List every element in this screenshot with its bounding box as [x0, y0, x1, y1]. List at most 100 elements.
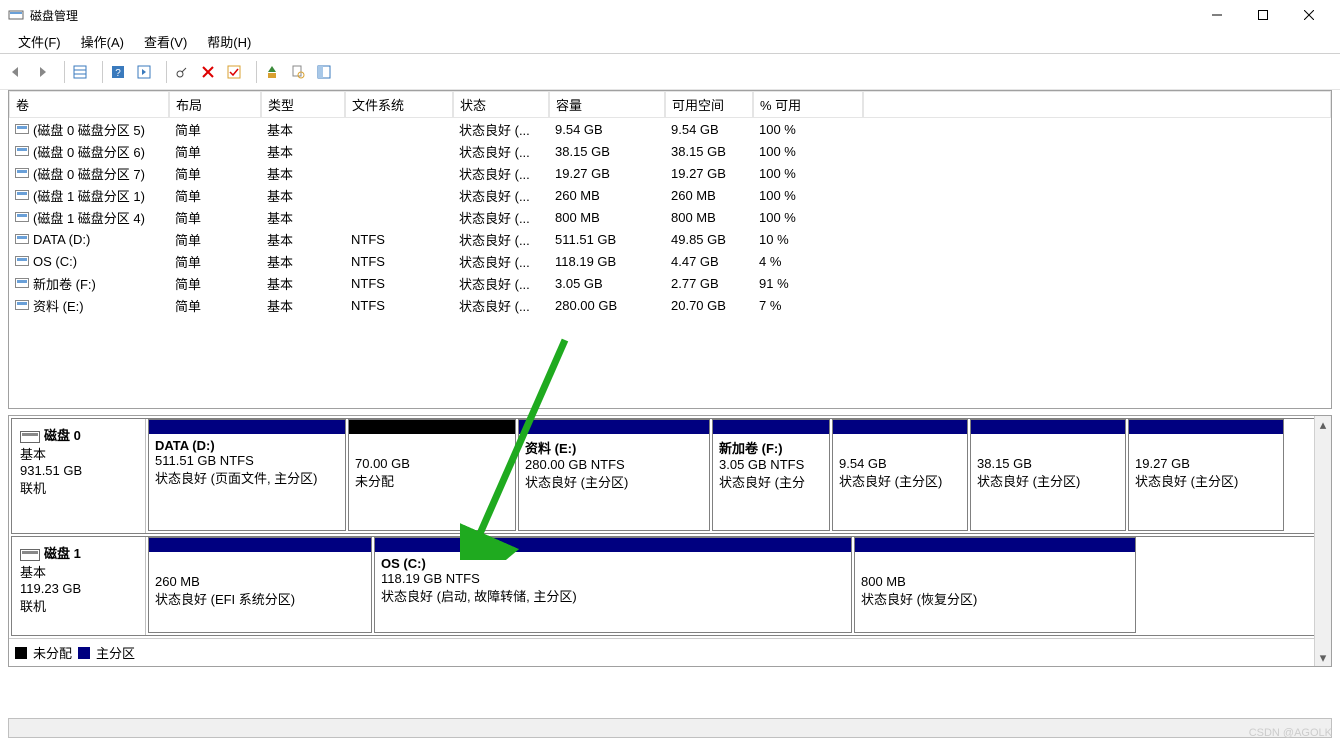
- back-button[interactable]: [4, 60, 28, 84]
- menu-action[interactable]: 操作(A): [71, 30, 134, 53]
- partition-status: 状态良好 (主分区): [1135, 471, 1277, 490]
- table-row[interactable]: (磁盘 0 磁盘分区 5)简单基本状态良好 (...9.54 GB9.54 GB…: [9, 118, 1331, 140]
- cell-fs: NTFS: [345, 232, 453, 247]
- partition[interactable]: 9.54 GB状态良好 (主分区): [832, 419, 968, 531]
- layout-button[interactable]: [312, 60, 336, 84]
- cell-status: 状态良好 (...: [453, 164, 549, 183]
- help-button[interactable]: ?: [106, 60, 130, 84]
- partition-size: 3.05 GB NTFS: [719, 457, 823, 472]
- menu-view[interactable]: 查看(V): [134, 30, 197, 53]
- partition[interactable]: 38.15 GB状态良好 (主分区): [970, 419, 1126, 531]
- cell-type: 基本: [261, 120, 345, 139]
- cell-percent: 4 %: [753, 254, 863, 269]
- disk-icon: [20, 549, 40, 561]
- table-row[interactable]: (磁盘 0 磁盘分区 7)简单基本状态良好 (...19.27 GB19.27 …: [9, 162, 1331, 184]
- partition[interactable]: DATA (D:)511.51 GB NTFS状态良好 (页面文件, 主分区): [148, 419, 346, 531]
- partition-status: 未分配: [355, 471, 509, 490]
- close-button[interactable]: [1286, 0, 1332, 30]
- partition-color-bar: [833, 420, 967, 434]
- col-capacity[interactable]: 容量: [549, 91, 665, 118]
- col-type[interactable]: 类型: [261, 91, 345, 118]
- cell-layout: 简单: [169, 186, 261, 205]
- table-row[interactable]: (磁盘 1 磁盘分区 4)简单基本状态良好 (...800 MB800 MB10…: [9, 206, 1331, 228]
- cell-type: 基本: [261, 164, 345, 183]
- cell-free: 20.70 GB: [665, 298, 753, 313]
- cell-volume: DATA (D:): [9, 232, 169, 247]
- col-status[interactable]: 状态: [453, 91, 549, 118]
- menu-help[interactable]: 帮助(H): [197, 30, 261, 53]
- cell-volume: (磁盘 0 磁盘分区 5): [9, 120, 169, 139]
- forward-button[interactable]: [30, 60, 54, 84]
- partition-color-bar: [1129, 420, 1283, 434]
- disk-0-label[interactable]: 磁盘 0 基本 931.51 GB 联机: [12, 419, 146, 533]
- right-arrow-button[interactable]: [132, 60, 156, 84]
- partition-size: 9.54 GB: [839, 456, 961, 471]
- partition[interactable]: OS (C:)118.19 GB NTFS状态良好 (启动, 故障转储, 主分区…: [374, 537, 852, 633]
- volume-icon: [15, 190, 29, 200]
- table-row[interactable]: DATA (D:)简单基本NTFS状态良好 (...511.51 GB49.85…: [9, 228, 1331, 250]
- vertical-scrollbar[interactable]: ▴ ▾: [1314, 416, 1331, 666]
- cell-type: 基本: [261, 142, 345, 161]
- disk-1-label[interactable]: 磁盘 1 基本 119.23 GB 联机: [12, 537, 146, 635]
- cell-free: 800 MB: [665, 210, 753, 225]
- cell-type: 基本: [261, 186, 345, 205]
- cell-percent: 100 %: [753, 166, 863, 181]
- col-percent[interactable]: % 可用: [753, 91, 863, 118]
- toolbar-separator: [95, 61, 103, 83]
- table-row[interactable]: 新加卷 (F:)简单基本NTFS状态良好 (...3.05 GB2.77 GB9…: [9, 272, 1331, 294]
- legend-primary-swatch: [78, 647, 90, 659]
- partition-title: DATA (D:): [155, 438, 339, 453]
- cell-free: 9.54 GB: [665, 122, 753, 137]
- cell-volume: (磁盘 1 磁盘分区 1): [9, 186, 169, 205]
- cell-percent: 10 %: [753, 232, 863, 247]
- disk-1-partitions: 260 MB状态良好 (EFI 系统分区)OS (C:)118.19 GB NT…: [146, 537, 1328, 635]
- scroll-down-button[interactable]: ▾: [1315, 649, 1331, 666]
- table-row[interactable]: (磁盘 1 磁盘分区 1)简单基本状态良好 (...260 MB260 MB10…: [9, 184, 1331, 206]
- table-view-button[interactable]: [68, 60, 92, 84]
- cell-capacity: 9.54 GB: [549, 122, 665, 137]
- table-row[interactable]: 资料 (E:)简单基本NTFS状态良好 (...280.00 GB20.70 G…: [9, 294, 1331, 316]
- partition-color-bar: [713, 420, 829, 434]
- disk-0-state: 联机: [20, 478, 137, 497]
- watermark: CSDN @AGOLK: [1249, 727, 1332, 739]
- disk-0-title: 磁盘 0: [44, 428, 81, 443]
- partition-status: 状态良好 (页面文件, 主分区): [155, 468, 339, 487]
- check-button[interactable]: [222, 60, 246, 84]
- menu-file[interactable]: 文件(F): [8, 30, 71, 53]
- partition[interactable]: 800 MB状态良好 (恢复分区): [854, 537, 1136, 633]
- properties-button[interactable]: [286, 60, 310, 84]
- cell-status: 状态良好 (...: [453, 142, 549, 161]
- col-layout[interactable]: 布局: [169, 91, 261, 118]
- cell-free: 38.15 GB: [665, 144, 753, 159]
- app-icon: [8, 7, 24, 23]
- cell-layout: 简单: [169, 274, 261, 293]
- partition-size: 280.00 GB NTFS: [525, 457, 703, 472]
- cell-capacity: 260 MB: [549, 188, 665, 203]
- partition[interactable]: 19.27 GB状态良好 (主分区): [1128, 419, 1284, 531]
- up-button[interactable]: [260, 60, 284, 84]
- refresh-button[interactable]: [170, 60, 194, 84]
- disk-0-type: 基本: [20, 444, 137, 463]
- maximize-button[interactable]: [1240, 0, 1286, 30]
- cell-type: 基本: [261, 252, 345, 271]
- delete-button[interactable]: [196, 60, 220, 84]
- partition-title: 新加卷 (F:): [719, 438, 823, 457]
- partition[interactable]: 资料 (E:)280.00 GB NTFS状态良好 (主分区): [518, 419, 710, 531]
- scroll-up-button[interactable]: ▴: [1315, 416, 1331, 433]
- cell-volume: (磁盘 0 磁盘分区 7): [9, 164, 169, 183]
- partition[interactable]: 70.00 GB未分配: [348, 419, 516, 531]
- cell-capacity: 280.00 GB: [549, 298, 665, 313]
- legend-unallocated-label: 未分配: [33, 643, 72, 662]
- col-free[interactable]: 可用空间: [665, 91, 753, 118]
- window-title: 磁盘管理: [30, 7, 1194, 24]
- table-body: (磁盘 0 磁盘分区 5)简单基本状态良好 (...9.54 GB9.54 GB…: [9, 118, 1331, 408]
- partition[interactable]: 新加卷 (F:)3.05 GB NTFS状态良好 (主分: [712, 419, 830, 531]
- volume-icon: [15, 212, 29, 222]
- cell-free: 49.85 GB: [665, 232, 753, 247]
- table-row[interactable]: OS (C:)简单基本NTFS状态良好 (...118.19 GB4.47 GB…: [9, 250, 1331, 272]
- partition[interactable]: 260 MB状态良好 (EFI 系统分区): [148, 537, 372, 633]
- minimize-button[interactable]: [1194, 0, 1240, 30]
- col-filesystem[interactable]: 文件系统: [345, 91, 453, 118]
- col-volume[interactable]: 卷: [9, 91, 169, 118]
- table-row[interactable]: (磁盘 0 磁盘分区 6)简单基本状态良好 (...38.15 GB38.15 …: [9, 140, 1331, 162]
